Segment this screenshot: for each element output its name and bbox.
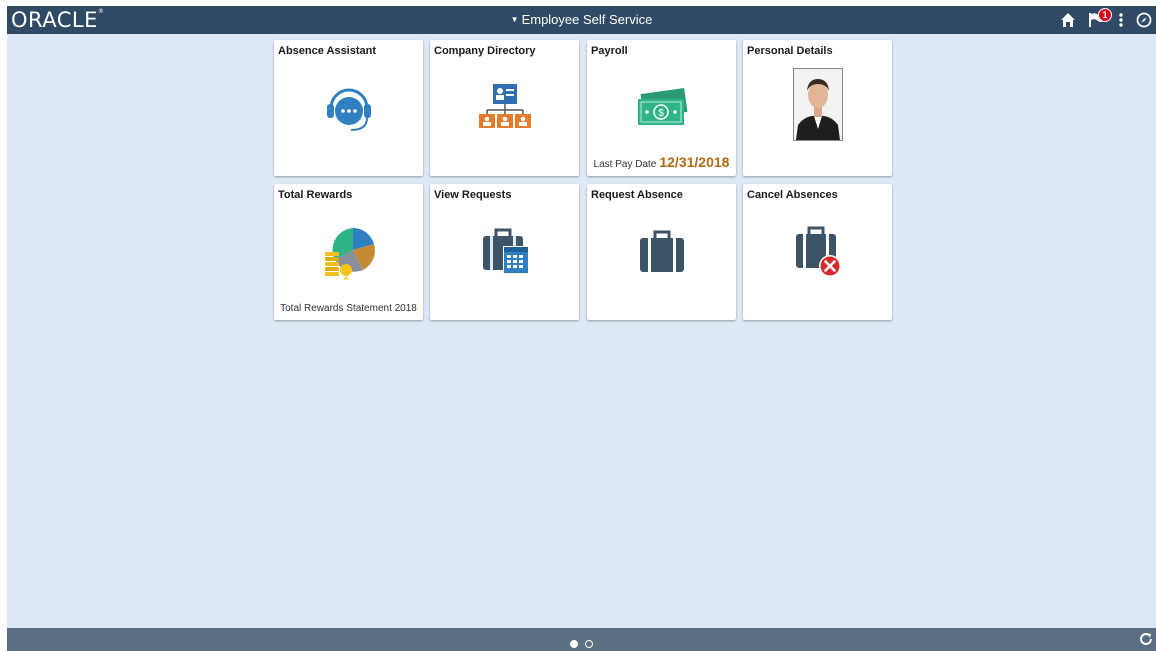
- tile-title: Absence Assistant: [278, 45, 377, 57]
- refresh-icon: [1140, 633, 1152, 645]
- home-icon: [1061, 13, 1075, 27]
- caret-down-icon: ▼: [510, 15, 519, 24]
- tile-title: View Requests: [434, 189, 512, 201]
- tile-title: Payroll: [591, 45, 628, 57]
- total-rewards-footer: Total Rewards Statement 2018: [280, 303, 417, 314]
- svg-text:$: $: [658, 108, 664, 119]
- home-button[interactable]: [1060, 12, 1076, 28]
- refresh-button[interactable]: [1138, 631, 1154, 651]
- person-portrait-icon: [793, 68, 842, 140]
- last-pay-date-value: 12/31/2018: [659, 154, 730, 170]
- profile-photo: [792, 67, 843, 141]
- footer-bar: [7, 628, 1156, 651]
- kebab-menu-icon: [1119, 13, 1123, 27]
- payroll-footer: Last Pay Date 12/31/2018: [587, 154, 736, 170]
- tile-title: Request Absence: [591, 189, 683, 201]
- tile-title: Personal Details: [747, 45, 833, 57]
- page-dot-1[interactable]: [570, 639, 579, 648]
- tile-cancel-absences[interactable]: Cancel Absences: [743, 184, 892, 320]
- page-dot-2[interactable]: [584, 639, 593, 648]
- org-chart-icon: [478, 84, 531, 128]
- page-indicator: [7, 635, 1156, 651]
- briefcase-calendar-icon: [482, 228, 529, 274]
- briefcase-icon: [639, 230, 684, 272]
- tile-absence-assistant[interactable]: Absence Assistant: [274, 40, 423, 176]
- header-actions: 1: [1048, 8, 1152, 31]
- pie-coins-icon: [324, 228, 375, 281]
- tile-request-absence[interactable]: Request Absence: [587, 184, 736, 320]
- tile-total-rewards[interactable]: Total Rewards Total Rewards Statement 20…: [274, 184, 423, 320]
- header-bar: ORACLE® ▼ Employee Self Service 1: [7, 6, 1156, 34]
- tile-title: Total Rewards: [278, 189, 353, 201]
- tile-company-directory[interactable]: Company Directory: [430, 40, 579, 176]
- homepage-title: Employee Self Service: [521, 12, 653, 27]
- tile-title: Cancel Absences: [747, 189, 838, 201]
- actions-menu-button[interactable]: [1118, 12, 1124, 28]
- navbar-button[interactable]: [1136, 12, 1152, 28]
- notifications-button[interactable]: 1: [1088, 8, 1112, 28]
- headset-chat-icon: [326, 88, 371, 131]
- notification-badge: 1: [1098, 8, 1112, 22]
- compass-icon: [1136, 12, 1152, 28]
- tile-payroll[interactable]: Payroll $ Last Pay Date 12/31/2018: [587, 40, 736, 176]
- tile-personal-details[interactable]: Personal Details: [743, 40, 892, 176]
- briefcase-cancel-icon: [795, 226, 841, 277]
- money-icon: $: [637, 88, 687, 125]
- homepage-selector[interactable]: ▼ Employee Self Service: [7, 12, 1156, 27]
- app-frame: ORACLE® ▼ Employee Self Service 1 Absenc…: [7, 6, 1156, 651]
- tile-title: Company Directory: [434, 45, 536, 57]
- last-pay-date-label: Last Pay Date: [593, 159, 657, 170]
- tile-view-requests[interactable]: View Requests: [430, 184, 579, 320]
